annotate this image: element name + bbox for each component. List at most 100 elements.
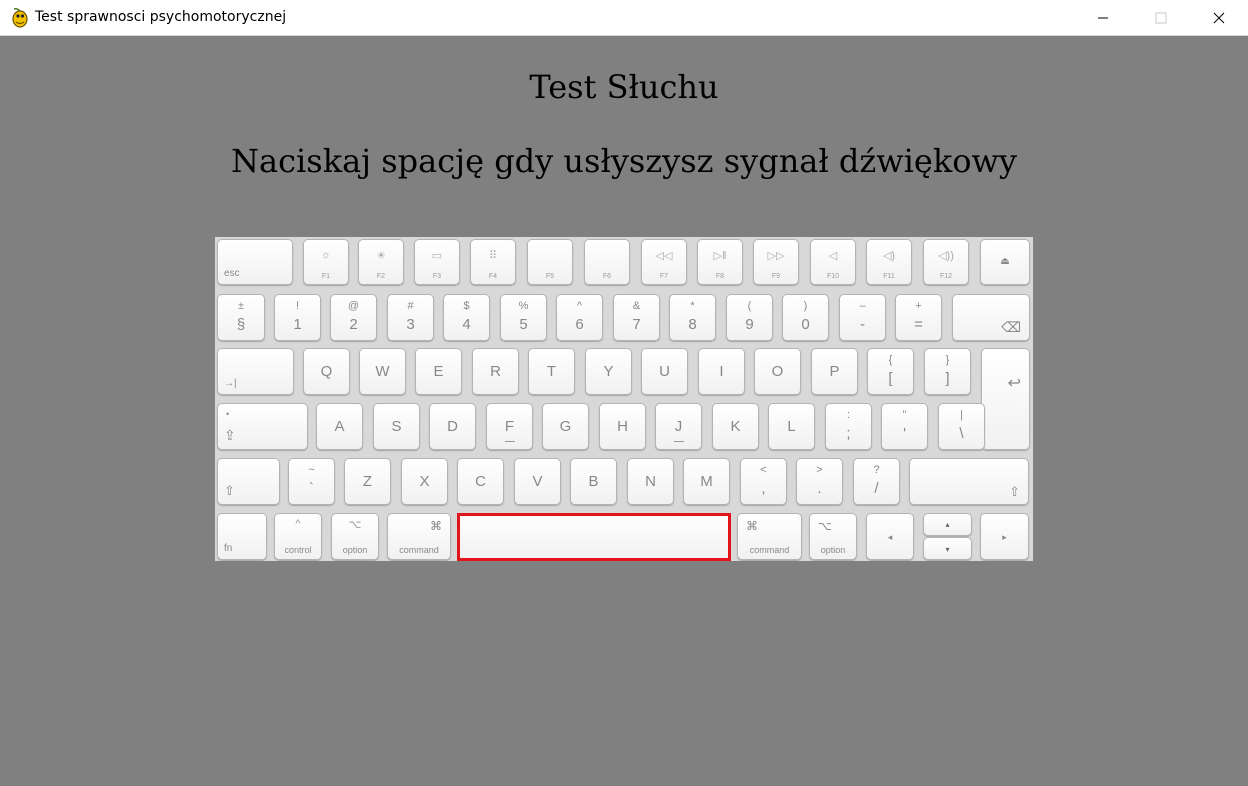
key-label: X xyxy=(419,472,430,490)
key-shift-label: ^ xyxy=(576,300,583,312)
key-label: control xyxy=(284,545,312,555)
key-label: 2 xyxy=(349,316,358,333)
key-label: R xyxy=(490,362,501,380)
key-label: B xyxy=(588,472,599,490)
minimize-button[interactable] xyxy=(1074,0,1132,36)
brightness-up-icon: ☀ xyxy=(376,250,386,262)
key-label: S xyxy=(391,417,402,435)
game-canvas[interactable]: Test Słuchu Naciskaj spację gdy usłyszys… xyxy=(0,37,1248,786)
window-title: Test sprawnosci psychomotorycznej xyxy=(35,9,287,25)
volume-down-icon: ◁) xyxy=(882,250,896,262)
key-fn: fn xyxy=(217,513,267,560)
window-titlebar: Test sprawnosci psychomotorycznej xyxy=(0,0,1248,36)
key-label: Z xyxy=(362,472,373,490)
key-right-bracket: }] xyxy=(924,348,971,395)
key-f: F xyxy=(486,403,533,450)
key-shift-label: $ xyxy=(463,300,470,312)
key-label: \ xyxy=(959,425,964,442)
key-l: L xyxy=(768,403,815,450)
key-f9: ▷▷ F9 xyxy=(753,239,799,285)
key-p: P xyxy=(811,348,858,395)
key-label: F6 xyxy=(602,273,612,280)
key-arrow-down: ▾ xyxy=(923,537,972,560)
spacebar-highlight xyxy=(457,513,731,561)
key-label: ; xyxy=(846,425,851,442)
key-label: V xyxy=(532,472,543,490)
key-6: ^ 6 xyxy=(556,294,603,341)
page-title: Test Słuchu xyxy=(529,68,719,106)
rewind-icon: ◁◁ xyxy=(655,250,673,262)
key-period: >. xyxy=(796,458,843,505)
key-label: L xyxy=(787,417,796,435)
key-label: F10 xyxy=(826,273,840,280)
key-label: 0 xyxy=(801,316,810,333)
key-label: option xyxy=(342,545,368,555)
key-label: F2 xyxy=(376,273,386,280)
key-k: K xyxy=(712,403,759,450)
key-label: D xyxy=(447,417,458,435)
caps-indicator: • xyxy=(226,409,230,419)
key-shift-label: < xyxy=(760,464,767,476)
key-label: F11 xyxy=(883,273,895,280)
key-left-bracket: {[ xyxy=(867,348,914,395)
key-shift-label: ! xyxy=(295,300,300,312)
key-section: ± § xyxy=(217,294,265,341)
option-icon: ⌥ xyxy=(818,519,832,533)
key-label: esc xyxy=(224,268,240,279)
key-equal: + = xyxy=(895,294,942,341)
key-label: F9 xyxy=(771,273,781,280)
fast-forward-icon: ▷▷ xyxy=(767,250,785,262)
key-u: U xyxy=(641,348,688,395)
key-label: C xyxy=(475,472,486,490)
key-arrow-left: ◂ xyxy=(866,513,914,560)
play-pause-icon: ▷‖ xyxy=(713,250,727,262)
key-shift-label: } xyxy=(945,354,950,366)
arrow-down-icon: ▾ xyxy=(945,545,950,554)
key-right-option: ⌥ option xyxy=(809,513,857,560)
key-f8: ▷‖ F8 xyxy=(697,239,743,285)
caps-lock-icon: ⇪ xyxy=(224,427,236,443)
close-button[interactable] xyxy=(1190,0,1248,36)
key-shift-label: ± xyxy=(237,300,245,312)
pygame-snake-icon xyxy=(12,8,28,28)
key-8: * 8 xyxy=(669,294,716,341)
key-e: E xyxy=(415,348,462,395)
key-r: R xyxy=(472,348,519,395)
key-command: ⌘ command xyxy=(387,513,451,560)
key-enter: ↩ xyxy=(981,348,1030,450)
key-shift-label: * xyxy=(690,300,695,312)
key-label: I xyxy=(719,362,724,380)
key-label: ' xyxy=(903,425,906,442)
key-x: X xyxy=(401,458,448,505)
key-shift-label: " xyxy=(902,409,907,421)
key-comma: <, xyxy=(740,458,787,505)
key-slash: ? / xyxy=(853,458,900,505)
arrow-up-icon: ▴ xyxy=(945,520,950,529)
key-label: = xyxy=(914,316,923,333)
option-icon: ⌥ xyxy=(348,519,362,531)
key-7: & 7 xyxy=(613,294,660,341)
key-esc: esc xyxy=(217,239,293,285)
key-j: J xyxy=(655,403,702,450)
key-label: option xyxy=(820,545,846,555)
shift-icon: ⇧ xyxy=(1009,484,1020,499)
key-label: 6 xyxy=(575,316,584,333)
key-label: . xyxy=(817,480,822,497)
key-label: M xyxy=(700,472,713,490)
key-c: C xyxy=(457,458,504,505)
key-right-command: ⌘ command xyxy=(737,513,802,560)
key-d: D xyxy=(429,403,476,450)
key-minus: – - xyxy=(839,294,886,341)
control-icon: ^ xyxy=(295,518,301,530)
key-label: Q xyxy=(320,362,333,380)
key-label: 5 xyxy=(519,316,528,333)
key-label: F3 xyxy=(432,273,442,280)
close-icon xyxy=(1213,12,1225,24)
key-label: 9 xyxy=(745,316,754,333)
key-arrow-right: ▸ xyxy=(980,513,1029,560)
command-icon: ⌘ xyxy=(746,519,758,533)
key-right-shift: ⇧ xyxy=(909,458,1029,505)
key-f11: ◁) F11 xyxy=(866,239,912,285)
instruction-text: Naciskaj spację gdy usłyszysz sygnał dźw… xyxy=(231,142,1017,180)
minimize-icon xyxy=(1098,17,1108,19)
